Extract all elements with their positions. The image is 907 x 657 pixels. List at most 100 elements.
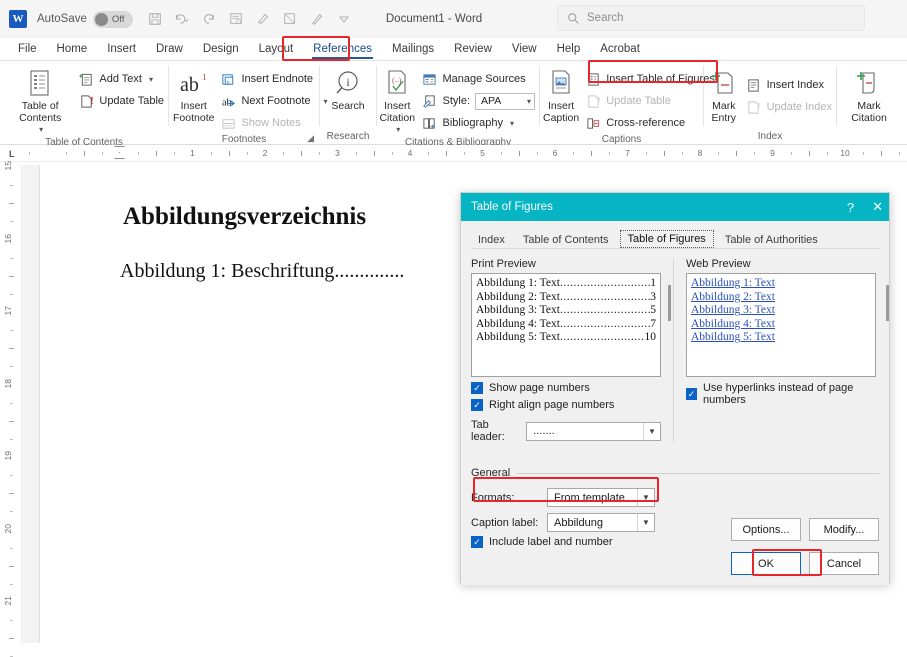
print-preview-icon[interactable] [228, 11, 244, 27]
next-footnote-button[interactable]: ab Next Footnote ▾ [216, 91, 331, 111]
document-title: Document1 - Word [385, 13, 483, 25]
tab-file[interactable]: File [8, 38, 47, 60]
web-preview-link[interactable]: Abbildung 2: Text [691, 291, 775, 305]
insert-caption-button[interactable]: Insert Caption [543, 65, 579, 124]
new-comment-icon[interactable] [282, 11, 298, 27]
caption-label-select[interactable]: Abbildung ▼ [547, 513, 655, 532]
tab-stop-marker[interactable]: L [9, 149, 15, 159]
save-icon[interactable] [147, 11, 163, 27]
tab-review[interactable]: Review [444, 38, 502, 60]
tab-acrobat[interactable]: Acrobat [590, 38, 650, 60]
print-preview-scrollbar[interactable] [668, 285, 671, 321]
tab-help[interactable]: Help [547, 38, 591, 60]
tab-references[interactable]: References [303, 38, 382, 60]
formats-select[interactable]: From template ▼ [547, 488, 655, 507]
style-icon [421, 93, 437, 109]
page-margin-area [22, 165, 40, 643]
help-icon[interactable]: ? [847, 200, 854, 215]
cross-reference-button[interactable]: Cross-reference [581, 113, 719, 133]
first-line-indent-marker[interactable] [114, 146, 125, 153]
dialog-tab-table-of-figures[interactable]: Table of Figures [619, 230, 714, 248]
search-button[interactable]: i Search [320, 65, 376, 112]
use-hyperlinks-row[interactable]: ✓ Use hyperlinks instead of page numbers [686, 382, 879, 406]
vruler-tick [10, 366, 13, 368]
tab-home[interactable]: Home [47, 38, 98, 60]
tab-leader-select[interactable]: ....... ▼ [526, 421, 661, 441]
manage-sources-button[interactable]: Manage Sources [417, 69, 539, 89]
preview-row-page: 5 [650, 304, 656, 317]
citation-style-select[interactable]: APA ▾ [475, 92, 535, 110]
chevron-down-icon[interactable]: ▾ [39, 124, 43, 136]
include-label-and-number-checkbox[interactable]: ✓ [471, 536, 483, 548]
ruler-tick [826, 152, 828, 155]
insert-citation-button[interactable]: (–) Insert Citation ▾ [379, 65, 415, 136]
right-align-page-numbers-checkbox[interactable]: ✓ [471, 399, 483, 411]
insert-footnote-button[interactable]: ab 1 Insert Footnote [173, 65, 214, 124]
dialog-tab-table-of-authorities[interactable]: Table of Authorities [718, 232, 825, 248]
customize-qat-icon[interactable] [336, 11, 352, 27]
close-icon[interactable]: ✕ [872, 199, 883, 215]
ruler-tick [736, 151, 738, 156]
undo-icon[interactable] [174, 11, 190, 27]
add-text-button[interactable]: Add Text ▾ [74, 69, 168, 89]
tab-draw[interactable]: Draw [146, 38, 193, 60]
hanging-indent-marker[interactable] [114, 152, 125, 159]
bibliography-button[interactable]: Bibliography ▾ [417, 113, 539, 133]
tab-design[interactable]: Design [193, 38, 249, 60]
pen-icon[interactable] [309, 11, 325, 27]
ok-button[interactable]: OK [731, 552, 801, 575]
table-of-figures-dialog[interactable]: Table of Figures ? ✕ Index Table of Cont… [460, 192, 890, 585]
web-preview-link[interactable]: Abbildung 1: Text [691, 277, 775, 291]
insert-table-of-figures-button[interactable]: Insert Table of Figures [581, 69, 719, 89]
mark-entry-label-1: Mark [712, 100, 736, 112]
dialog-tab-table-of-contents[interactable]: Table of Contents [516, 232, 616, 248]
options-button[interactable]: Options... [731, 518, 801, 541]
tab-layout[interactable]: Layout [249, 38, 304, 60]
modify-button[interactable]: Modify... [809, 518, 879, 541]
right-align-page-numbers-row[interactable]: ✓ Right align page numbers [471, 399, 661, 411]
tab-leader-row: Tab leader: ....... ▼ [471, 419, 661, 443]
chevron-down-icon[interactable]: ▾ [396, 124, 400, 136]
tab-view[interactable]: View [502, 38, 547, 60]
mark-citation-button[interactable]: Mark Citation [841, 65, 897, 124]
formats-label: Formats: [471, 491, 515, 504]
print-preview-section: Print Preview Abbildung 1: Text ........… [471, 258, 671, 443]
tab-mailings[interactable]: Mailings [382, 38, 444, 60]
web-preview-link[interactable]: Abbildung 3: Text [691, 304, 775, 318]
insert-footnote-label-2: Footnote [173, 112, 215, 124]
ruler-tick [446, 151, 448, 156]
insert-endnote-button[interactable]: n Insert Endnote [216, 69, 331, 89]
tab-insert[interactable]: Insert [97, 38, 146, 60]
dialog-tab-index[interactable]: Index [471, 232, 512, 248]
use-hyperlinks-checkbox[interactable]: ✓ [686, 388, 697, 400]
cancel-button[interactable]: Cancel [809, 552, 879, 575]
web-preview-scrollbar[interactable] [886, 285, 889, 321]
chevron-down-icon[interactable]: ▾ [510, 119, 514, 128]
show-page-numbers-row[interactable]: ✓ Show page numbers [471, 382, 661, 394]
footnotes-dialog-launcher-icon[interactable]: ◢ [307, 133, 314, 144]
style-row: Style: APA ▾ [417, 91, 539, 111]
add-text-icon [78, 71, 94, 87]
mark-entry-button[interactable]: Mark Entry [710, 65, 738, 124]
preview-row: Abbildung 1: Text [691, 277, 871, 291]
preview-row-text: Abbildung 3: Text [476, 304, 560, 317]
update-table-label: Update Table [99, 95, 164, 107]
chevron-down-icon[interactable]: ▾ [149, 75, 153, 84]
redo-icon[interactable] [201, 11, 217, 27]
format-painter-icon[interactable] [255, 11, 271, 27]
search-box[interactable]: Search [557, 5, 865, 31]
autosave-toggle[interactable]: Off [92, 10, 133, 28]
table-of-contents-button[interactable]: Table of Contents ▾ [10, 65, 70, 136]
web-preview-link[interactable]: Abbildung 5: Text [691, 331, 775, 345]
show-page-numbers-checkbox[interactable]: ✓ [471, 382, 483, 394]
horizontal-ruler[interactable]: L 1 2 3 4 5 6 7 8 9 10 [0, 145, 907, 162]
update-table-button[interactable]: Update Table [74, 91, 168, 111]
web-preview-link[interactable]: Abbildung 4: Text [691, 318, 775, 332]
mark-citation-icon [856, 68, 882, 100]
insert-index-button[interactable]: Insert Index [742, 75, 836, 95]
vertical-ruler[interactable]: 15 16 17 18 19 20 21 [0, 161, 22, 657]
mark-entry-label-2: Entry [711, 112, 737, 124]
insert-caption-label-1: Insert [547, 100, 575, 112]
next-footnote-label: Next Footnote [241, 95, 311, 107]
ruler-tick [663, 151, 665, 156]
